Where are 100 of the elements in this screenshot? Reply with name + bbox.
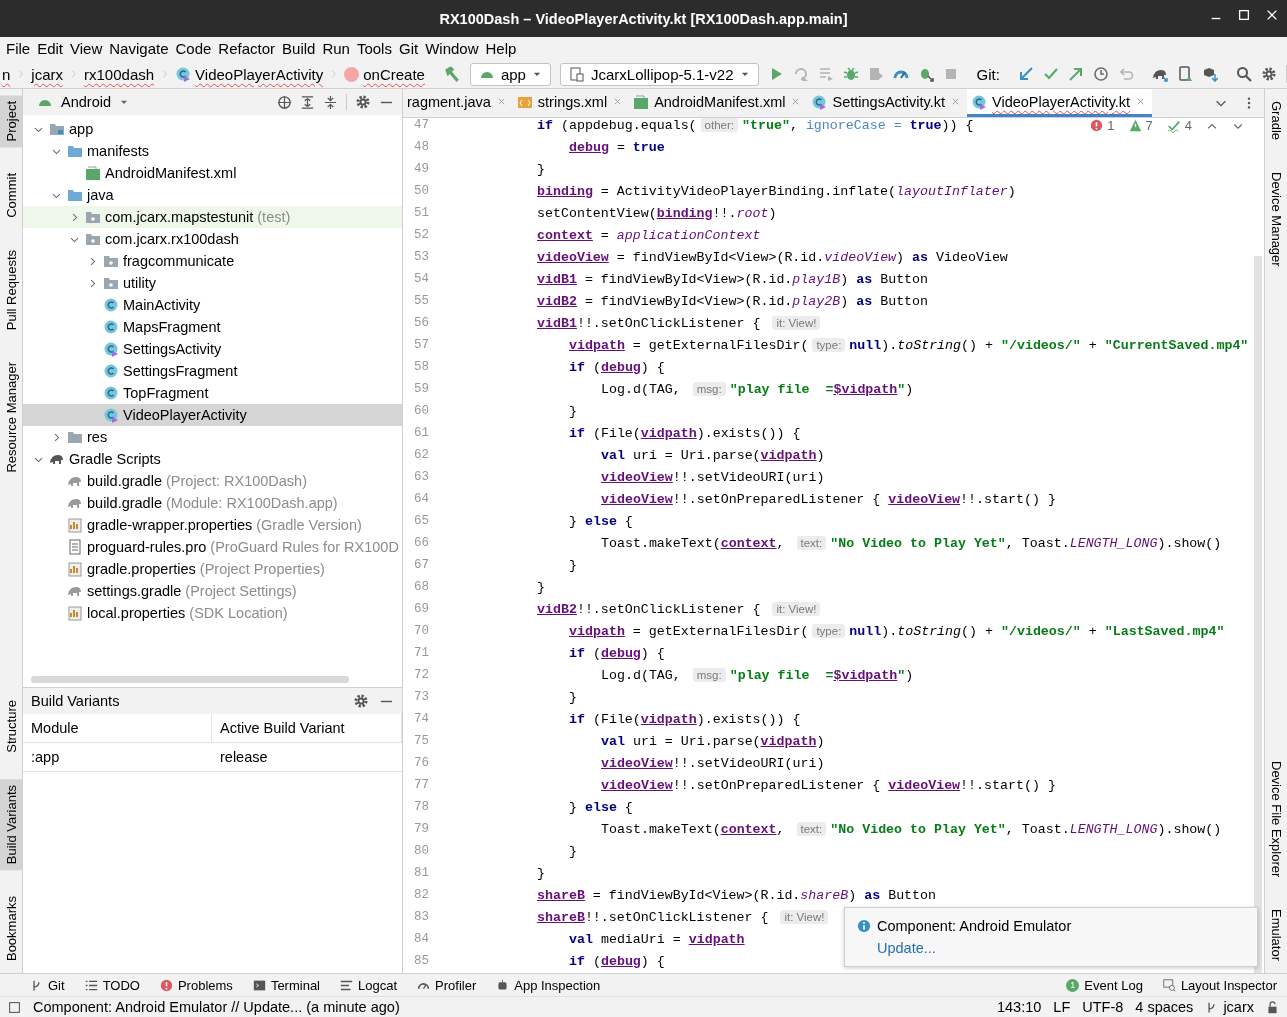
editor-tab[interactable]: ragment.java bbox=[403, 89, 513, 117]
tool-window-tab[interactable]: Project bbox=[0, 95, 22, 148]
project-view-dropdown[interactable]: Android bbox=[37, 94, 129, 110]
breadcrumb[interactable]: n bbox=[2, 65, 11, 83]
breadcrumb[interactable]: VideoPlayerActivity bbox=[175, 65, 324, 83]
tool-window-tab[interactable]: Resource Manager bbox=[0, 356, 22, 480]
tree-item[interactable]: TopFragment bbox=[23, 382, 402, 404]
status-item[interactable]: 143:10 bbox=[996, 999, 1042, 1015]
tree-item[interactable]: gradle.properties (Project Properties) bbox=[23, 558, 402, 580]
tool-window-tab[interactable]: Build Variants bbox=[0, 778, 22, 870]
breadcrumb[interactable]: onCreate bbox=[344, 65, 425, 83]
tree-item[interactable]: fragcommunicate bbox=[23, 250, 402, 272]
tree-item[interactable]: Gradle Scripts bbox=[23, 448, 402, 470]
editor-tab[interactable]: VideoPlayerActivity.kt bbox=[967, 89, 1153, 117]
tree-item[interactable]: SettingsActivity bbox=[23, 338, 402, 360]
tool-window-tab[interactable]: Gradle bbox=[1265, 95, 1287, 147]
breadcrumb[interactable]: jcarx bbox=[31, 65, 63, 83]
line-number: 56 bbox=[413, 316, 429, 330]
table-cell[interactable]: release bbox=[212, 743, 402, 772]
status-message[interactable]: Component: Android Emulator // Update... (a minute ago) bbox=[33, 999, 400, 1015]
scrollbar[interactable] bbox=[31, 676, 349, 683]
tree-item[interactable]: build.gradle (Project: RX100Dash) bbox=[23, 470, 402, 492]
status-item[interactable]: UTF-8 bbox=[1082, 999, 1124, 1015]
tree-item[interactable]: local.properties (SDK Location) bbox=[23, 602, 402, 624]
menu-item[interactable]: Navigate bbox=[109, 40, 174, 57]
tool-window-tab[interactable]: Pull Requests bbox=[0, 244, 22, 337]
table-cell: :app bbox=[23, 743, 212, 772]
tree-item[interactable]: build.gradle (Module: RX100Dash.app) bbox=[23, 492, 402, 514]
tool-window-button[interactable]: Layout Inspector bbox=[1162, 977, 1277, 993]
tree-item[interactable]: manifests bbox=[23, 140, 402, 162]
menu-item[interactable]: Git bbox=[398, 40, 424, 57]
typo-count[interactable]: 4 bbox=[1184, 118, 1192, 133]
update-link[interactable]: Update... bbox=[877, 940, 1257, 956]
menu-item[interactable]: Window bbox=[425, 40, 484, 57]
editor-tab[interactable]: AndroidManifest.xml bbox=[629, 89, 808, 117]
menu-item[interactable]: Build bbox=[282, 40, 321, 57]
scrollbar[interactable] bbox=[1254, 256, 1262, 973]
tree-item[interactable]: VideoPlayerActivity bbox=[23, 404, 402, 426]
menu-item[interactable]: Edit bbox=[37, 40, 69, 57]
tree-item[interactable]: app bbox=[23, 118, 402, 140]
tree-item[interactable]: MapsFragment bbox=[23, 316, 402, 338]
tree-item[interactable]: AndroidManifest.xml bbox=[23, 162, 402, 184]
tree-item[interactable]: res bbox=[23, 426, 402, 448]
code-line: vidpath = getExternalFilesDir( type: null).toString() + "/videos/" + "CurrentSaved.mp4" bbox=[569, 337, 1249, 353]
tool-window-button[interactable]: Terminal bbox=[252, 977, 320, 993]
collapse-all-icon[interactable] bbox=[323, 94, 338, 110]
error-icon[interactable] bbox=[1090, 119, 1104, 132]
tool-window-button[interactable]: 1 Event Log bbox=[1066, 977, 1143, 993]
warning-icon[interactable] bbox=[1128, 119, 1142, 132]
run-config-dropdown[interactable]: app bbox=[469, 62, 551, 86]
lock-icon[interactable] bbox=[1266, 1000, 1279, 1014]
tool-window-tab[interactable]: Emulator bbox=[1265, 902, 1287, 967]
line-number: 67 bbox=[413, 558, 429, 572]
tree-item[interactable]: proguard-rules.pro (ProGuard Rules for RX100D bbox=[23, 536, 402, 558]
status-item[interactable]: LF bbox=[1053, 999, 1071, 1015]
editor-tab[interactable]: strings.xml bbox=[512, 89, 630, 117]
tool-window-button[interactable]: App Inspection bbox=[496, 977, 601, 993]
menu-item[interactable]: Refactor bbox=[218, 40, 281, 57]
square-icon[interactable] bbox=[8, 1000, 21, 1014]
code-line: val mediaUri = vidpath bbox=[569, 931, 745, 947]
menu-item[interactable]: Tools bbox=[356, 40, 397, 57]
tool-window-button[interactable]: Problems bbox=[159, 977, 233, 993]
warning-count[interactable]: 7 bbox=[1145, 118, 1153, 133]
branch-widget[interactable]: jcarx bbox=[1205, 999, 1254, 1015]
status-item[interactable]: 4 spaces bbox=[1135, 999, 1194, 1015]
device-dropdown[interactable]: JcarxLollipop-5.1-v22 bbox=[559, 62, 759, 86]
menu-item[interactable]: File bbox=[6, 40, 36, 57]
breadcrumb[interactable]: rx100dash bbox=[84, 65, 155, 83]
tree-item[interactable]: utility bbox=[23, 272, 402, 294]
expand-all-icon[interactable] bbox=[300, 94, 315, 110]
settings-icon[interactable] bbox=[355, 94, 371, 110]
settings-icon[interactable] bbox=[353, 693, 369, 709]
tree-item[interactable]: settings.gradle (Project Settings) bbox=[23, 580, 402, 602]
tool-window-button[interactable]: Git bbox=[30, 977, 65, 993]
tree-item[interactable]: com.jcarx.rx100dash bbox=[23, 228, 402, 250]
tool-window-tab[interactable]: Device Manager bbox=[1265, 166, 1287, 273]
tool-window-button[interactable]: TODO bbox=[84, 977, 140, 993]
menu-item[interactable]: Code bbox=[175, 40, 217, 57]
menu-item[interactable]: View bbox=[70, 40, 108, 57]
tool-window-tab[interactable]: Commit bbox=[0, 167, 22, 225]
tool-window-tab[interactable]: Device File Explorer bbox=[1265, 754, 1287, 883]
crosshair-icon[interactable] bbox=[277, 94, 292, 110]
menu-item[interactable]: Help bbox=[485, 40, 522, 57]
typo-icon[interactable] bbox=[1166, 118, 1181, 133]
code-line: if (debug) { bbox=[569, 359, 665, 375]
tree-item[interactable]: MainActivity bbox=[23, 294, 402, 316]
tree-item[interactable]: java bbox=[23, 184, 402, 206]
tool-window-button[interactable]: Profiler bbox=[417, 977, 477, 993]
tool-window-tab[interactable]: Bookmarks bbox=[0, 889, 22, 967]
editor-tab[interactable]: SettingsActivity.kt bbox=[807, 89, 968, 117]
tool-window-button[interactable]: Logcat bbox=[340, 977, 398, 993]
tree-item[interactable]: SettingsFragment bbox=[23, 360, 402, 382]
maximize-icon[interactable] bbox=[1237, 8, 1251, 22]
error-count[interactable]: 1 bbox=[1107, 118, 1115, 133]
menu-item[interactable]: Run bbox=[322, 40, 355, 57]
close-icon[interactable] bbox=[1265, 8, 1279, 22]
tool-window-tab[interactable]: Structure bbox=[0, 693, 22, 759]
manifest-file-icon bbox=[633, 93, 650, 110]
tree-item[interactable]: gradle-wrapper.properties (Gradle Version) bbox=[23, 514, 402, 536]
tree-item[interactable]: com.jcarx.mapstestunit (test) bbox=[23, 206, 402, 228]
